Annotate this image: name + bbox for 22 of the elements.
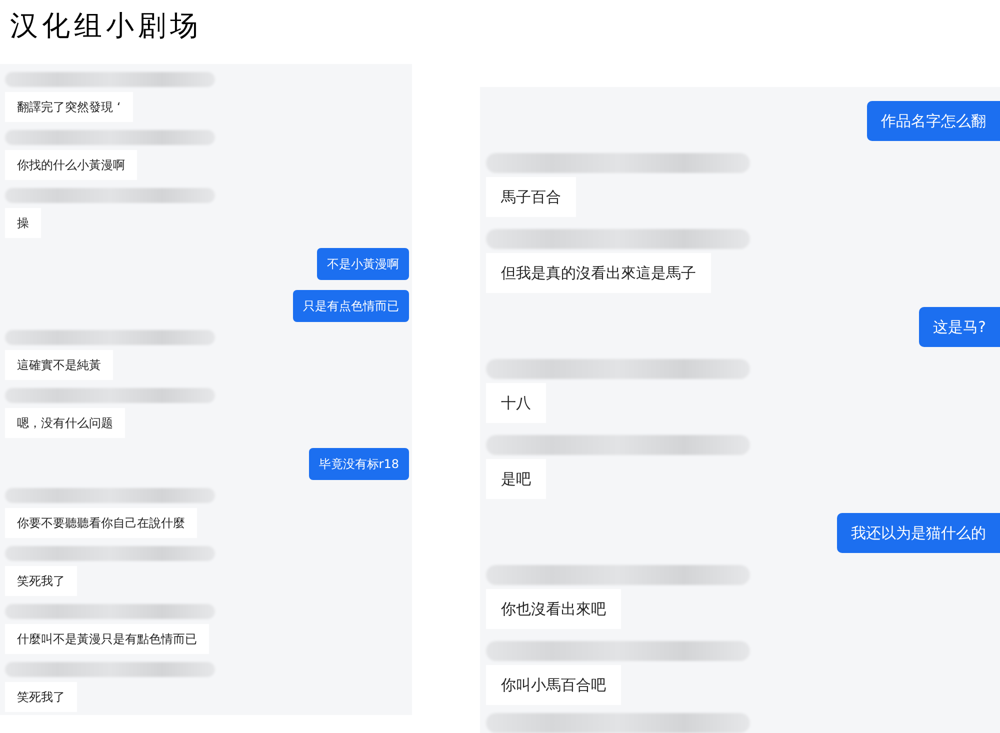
- received-message: 但我是真的沒看出來這是馬子: [486, 253, 711, 293]
- received-message: 是吧: [486, 459, 546, 499]
- received-message: 你叫小馬百合吧: [486, 665, 621, 705]
- sent-message: 毕竟没有标r18: [308, 448, 409, 480]
- received-message: 嗯，没有什么问题: [5, 408, 125, 438]
- received-message: 這確實不是純黃: [5, 350, 113, 380]
- received-message: 你也沒看出來吧: [486, 589, 621, 629]
- received-message: 你要不要聽聽看你自己在說什麼: [5, 508, 197, 538]
- received-message: 翻譯完了突然發現 ‘: [5, 92, 133, 122]
- sent-message: 作品名字怎么翻: [867, 101, 1000, 141]
- sent-message: 只是有点色情而已: [293, 290, 409, 322]
- page-title: 汉化组小剧场: [10, 9, 202, 42]
- sent-message: 不是小黃漫啊: [317, 248, 409, 280]
- received-message: 什麼叫不是黃漫只是有點色情而已: [5, 624, 209, 654]
- sent-message: 这是马?: [919, 307, 1000, 347]
- received-message: 馬子百合: [486, 177, 576, 217]
- sent-message: 我还以为是猫什么的: [837, 513, 1000, 553]
- received-message: 笑死我了: [5, 566, 77, 596]
- received-message: 你找的什么小黃漫啊: [5, 150, 137, 180]
- received-message: 操: [5, 208, 41, 238]
- received-message: 笑死我了: [5, 682, 77, 712]
- received-message: 十八: [486, 383, 546, 423]
